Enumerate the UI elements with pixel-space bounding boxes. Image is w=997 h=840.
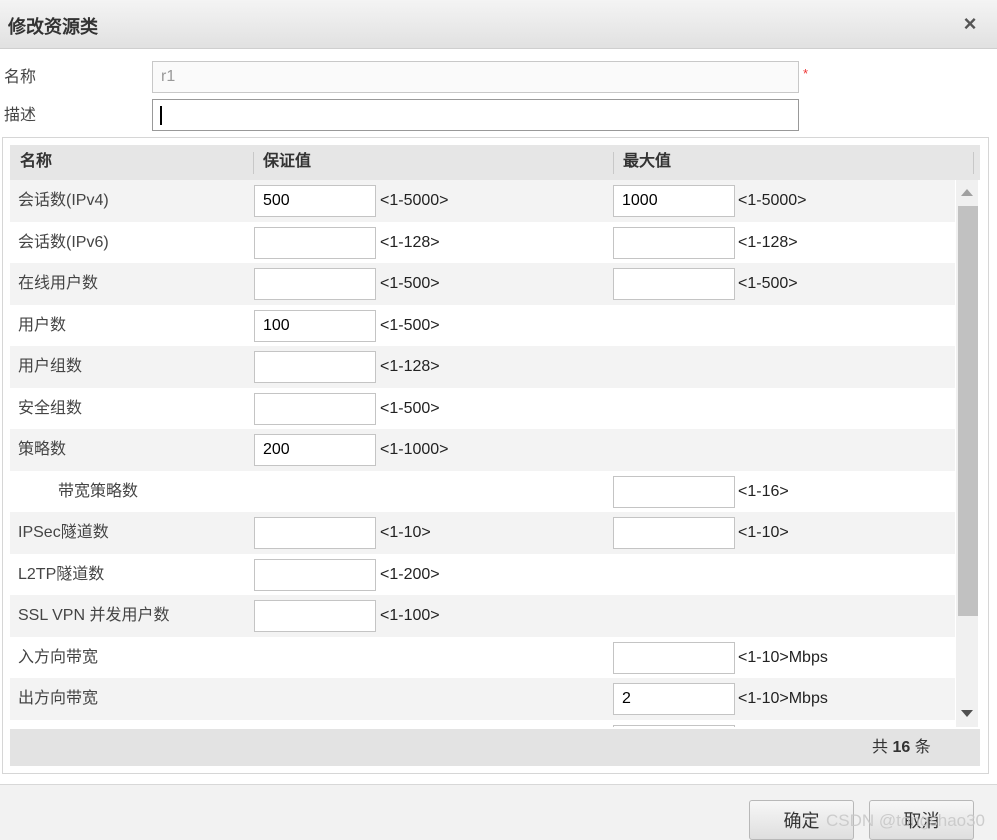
table-row: L2TP隧道数 <1-200>	[10, 553, 955, 595]
table-row: 入方向带宽 <1-10>Mbps	[10, 636, 955, 678]
table-row: 策略数 <1-1000>	[10, 429, 955, 471]
scroll-down-icon[interactable]	[961, 710, 973, 717]
max-input[interactable]	[613, 517, 735, 549]
table-row: 带宽策略数 <1-16>	[10, 470, 955, 512]
description-label: 描述	[4, 107, 37, 124]
row-name: 会话数(IPv6)	[18, 233, 109, 251]
column-divider	[613, 152, 614, 174]
guarantee-input[interactable]	[254, 351, 376, 383]
scroll-up-icon[interactable]	[961, 189, 973, 196]
guarantee-range: <1-500>	[380, 399, 440, 417]
row-name: IPSec隧道数	[18, 524, 109, 541]
text-caret	[160, 106, 162, 125]
table-row: 安全组数 <1-500>	[10, 387, 955, 429]
row-name: 安全组数	[18, 399, 83, 417]
table-row: SSL VPN 并发用户数 <1-100>	[10, 595, 955, 637]
row-name: L2TP隧道数	[18, 565, 105, 583]
max-input[interactable]	[613, 475, 735, 508]
row-name: 入方向带宽	[18, 648, 99, 666]
table-row	[10, 719, 955, 727]
row-name: 在线用户数	[18, 275, 99, 292]
guarantee-range: <1-100>	[380, 607, 440, 624]
guarantee-range: <1-5000>	[380, 192, 449, 209]
max-input[interactable]	[613, 724, 735, 727]
required-mark: *	[803, 66, 809, 81]
guarantee-range: <1-1000>	[380, 441, 449, 458]
dialog-titlebar: 修改资源类 ×	[0, 0, 997, 49]
guarantee-input[interactable]	[254, 309, 376, 342]
table-row: 会话数(IPv6) <1-128> <1-128>	[10, 221, 955, 263]
row-name: SSL VPN 并发用户数	[18, 607, 170, 624]
row-name: 用户数	[18, 316, 67, 334]
column-divider	[253, 152, 254, 174]
grid-rows: 会话数(IPv4) <1-5000> <1-5000> 会话数(IPv6) <1-128…	[10, 180, 955, 727]
column-header-name[interactable]: 名称	[20, 145, 52, 180]
max-input[interactable]	[613, 683, 735, 715]
guarantee-input[interactable]	[254, 434, 376, 466]
grid-header: 名称 保证值 最大值	[10, 145, 980, 180]
record-count: 共 16 条	[872, 739, 931, 756]
max-range: <1-16>	[738, 482, 789, 500]
table-row: 用户数 <1-500>	[10, 304, 955, 346]
guarantee-range: <1-500>	[380, 275, 440, 292]
dialog-title: 修改资源类	[8, 17, 98, 37]
table-row: 用户组数 <1-128>	[10, 346, 955, 388]
guarantee-input[interactable]	[254, 600, 376, 632]
row-name: 会话数(IPv4)	[18, 192, 109, 209]
scroll-thumb[interactable]	[958, 206, 978, 616]
name-input[interactable]	[152, 61, 799, 93]
guarantee-input[interactable]	[254, 558, 376, 591]
row-name: 出方向带宽	[18, 690, 99, 707]
vertical-scrollbar[interactable]	[956, 180, 978, 727]
column-header-guarantee[interactable]: 保证值	[263, 145, 311, 180]
row-name: 用户组数	[18, 358, 83, 375]
max-range: <1-128>	[738, 233, 798, 251]
max-range: <1-10>Mbps	[738, 690, 828, 707]
max-input[interactable]	[613, 226, 735, 259]
guarantee-input[interactable]	[254, 392, 376, 425]
column-divider	[973, 152, 974, 174]
guarantee-input[interactable]	[254, 185, 376, 217]
max-range: <1-10>	[738, 524, 789, 541]
guarantee-input[interactable]	[254, 268, 376, 300]
table-row: 会话数(IPv4) <1-5000> <1-5000>	[10, 180, 955, 222]
row-name: 带宽策略数	[58, 482, 139, 500]
max-input[interactable]	[613, 268, 735, 300]
guarantee-range: <1-10>	[380, 524, 431, 541]
guarantee-range: <1-128>	[380, 358, 440, 375]
description-input[interactable]	[152, 99, 799, 131]
max-input[interactable]	[613, 641, 735, 674]
table-row: 在线用户数 <1-500> <1-500>	[10, 263, 955, 305]
column-header-max[interactable]: 最大值	[623, 145, 671, 180]
max-range: <1-500>	[738, 275, 798, 292]
guarantee-range: <1-200>	[380, 565, 440, 583]
max-range: <1-5000>	[738, 192, 807, 209]
guarantee-range: <1-500>	[380, 316, 440, 334]
guarantee-input[interactable]	[254, 517, 376, 549]
grid-footer: 共 16 条	[10, 729, 980, 766]
close-icon[interactable]: ×	[960, 12, 980, 36]
max-input[interactable]	[613, 185, 735, 217]
name-label: 名称	[4, 69, 37, 86]
row-name: 策略数	[18, 441, 67, 458]
table-row: 出方向带宽 <1-10>Mbps	[10, 678, 955, 720]
guarantee-range: <1-128>	[380, 233, 440, 251]
max-range: <1-10>Mbps	[738, 648, 828, 666]
guarantee-input[interactable]	[254, 226, 376, 259]
resource-grid: 名称 保证值 最大值 会话数(IPv4)<1-5000><1-5000>会话数(…	[10, 145, 980, 767]
table-row: IPSec隧道数 <1-10> <1-10>	[10, 512, 955, 554]
watermark: CSDN @tongshao30	[826, 811, 986, 830]
